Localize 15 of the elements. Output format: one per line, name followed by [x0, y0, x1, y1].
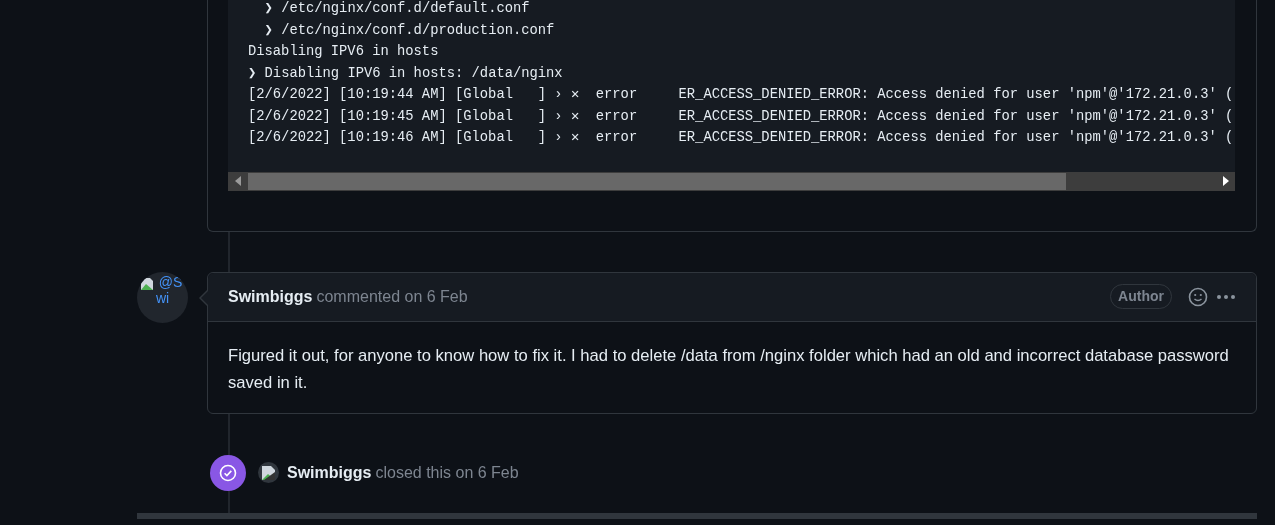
log-line: [2/6/2022] [10:19:44 AM] [Global ] › ✕ error ER_ACCESS_DENIED_ERROR: Access denied for user 'npm'@'172.21.0.3' ( [247, 86, 1234, 104]
log-line: ❯ Disabling IPV6 in hosts: /data/nginx [247, 64, 563, 83]
log-line: ❯ /etc/nginx/conf.d/default.conf [263, 0, 530, 18]
log-line: [2/6/2022] [10:19:45 AM] [Global ] › ✕ error ER_ACCESS_DENIED_ERROR: Access denied for user 'npm'@'172.21.0.3' ( [247, 107, 1234, 126]
comment-timestamp: commented on 6 Feb [316, 286, 468, 307]
log-line: [2/6/2022] [10:19:46 AM] [Global ] › ✕ error ER_ACCESS_DENIED_ERROR: Access denied for user 'npm'@'172.21.0.3' ( [247, 129, 1234, 147]
actor-name[interactable]: Swimbiggs [287, 460, 372, 485]
event-text: closed this on 6 Feb [375, 462, 519, 483]
comment-text: Figured it out, for anyone to know how to fix it. I had to delete /data from /nginx folder which had an old and incorrect database password saved in it. [227, 344, 1230, 394]
log-line: Disabling IPV6 in hosts [247, 43, 439, 61]
avatar-alt-text: wi [155, 289, 170, 306]
author-name[interactable]: Swimbiggs [228, 284, 313, 309]
avatar[interactable]: @S wi [137, 271, 188, 323]
log-line: ❯ /etc/nginx/conf.d/production.conf [263, 21, 555, 40]
avatar-alt-text: @S [158, 273, 183, 290]
